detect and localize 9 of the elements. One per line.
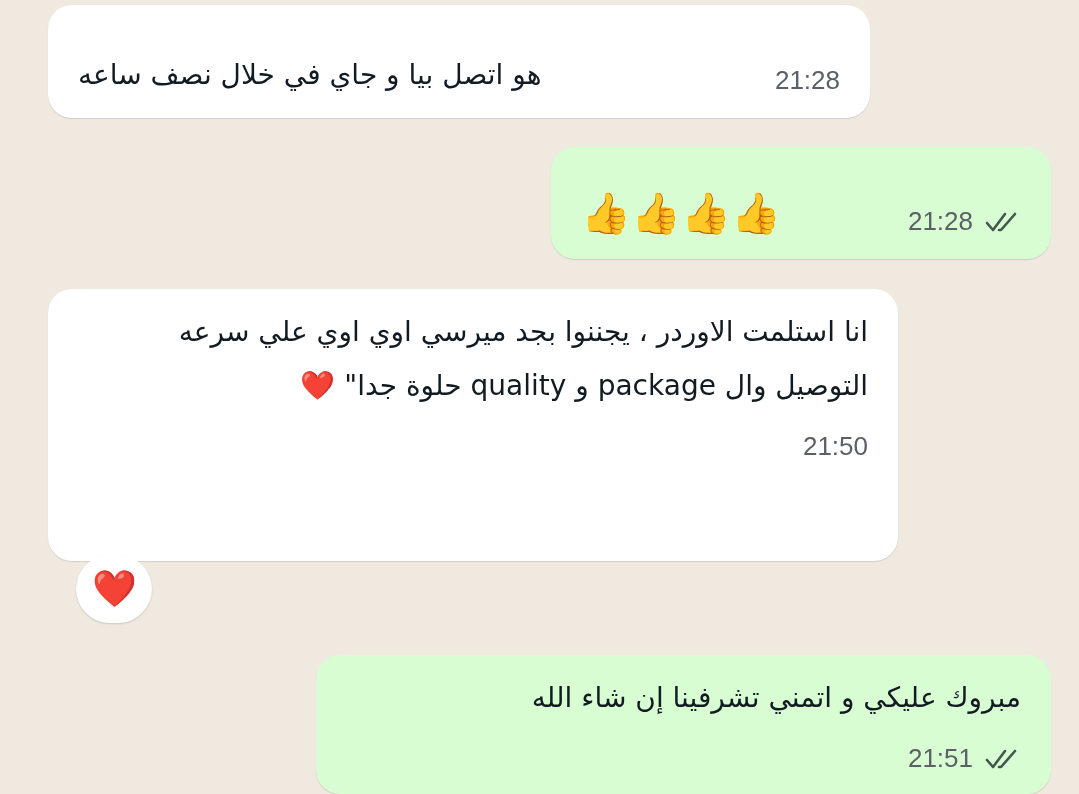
- message-time: 21:28: [774, 64, 840, 97]
- message-time: 21:50: [802, 430, 868, 463]
- message-time: 21:28: [907, 205, 973, 238]
- message-time: 21:51: [907, 742, 973, 775]
- message-text: مبروك عليكي و اتمني تشرفينا إن شاء الله: [530, 680, 1021, 716]
- message-text: هو اتصل بيا و جاي في خلال نصف ساعه: [78, 57, 542, 93]
- reaction-badge[interactable]: ❤: [76, 555, 152, 623]
- message-text: 👍👍👍👍: [581, 189, 781, 238]
- message-text: انا استلمت الاوردر ، يجننوا بجد ميرسي اوي اوي علي سرعه التوصيل وال package و quality حلوة جدا" ❤: [177, 314, 868, 404]
